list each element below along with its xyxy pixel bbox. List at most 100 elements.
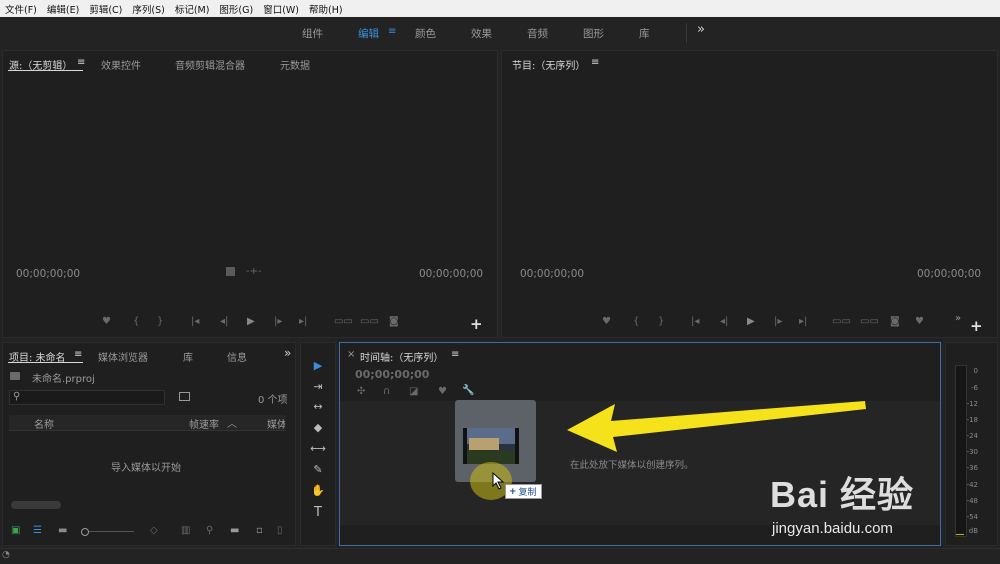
automate-icon[interactable]: ▥	[181, 525, 190, 536]
menu-clip[interactable]: 剪辑(C)	[84, 2, 127, 16]
hand-tool-icon[interactable]: ✋	[309, 483, 327, 499]
slip-tool-icon[interactable]: ⟷	[309, 441, 327, 457]
column-media[interactable]: 媒体	[267, 416, 285, 431]
play-icon[interactable]: ▶	[247, 316, 255, 327]
tab-libraries[interactable]: 库	[183, 349, 193, 364]
compare-icon[interactable]: ♥	[915, 316, 924, 327]
play-icon[interactable]: ▶	[747, 316, 755, 327]
settings-wrench-icon[interactable]: 🔧	[462, 385, 474, 396]
plus-icon: +	[509, 486, 517, 497]
add-marker-icon[interactable]: ♥	[438, 386, 447, 397]
pen-tool-icon[interactable]: ✎	[309, 462, 327, 478]
menu-sequence[interactable]: 序列(S)	[127, 2, 169, 16]
tab-info[interactable]: 信息	[227, 349, 247, 364]
tab-timeline-menu-icon[interactable]: ≡	[451, 349, 459, 360]
lift-icon[interactable]: ▭▭	[832, 316, 851, 327]
ripple-edit-tool-icon[interactable]: ↔	[309, 399, 327, 415]
overwrite-icon[interactable]: ▭▭	[360, 316, 379, 327]
menu-graphics[interactable]: 图形(G)	[214, 2, 258, 16]
list-view-icon[interactable]: ☰	[33, 525, 42, 536]
horizontal-scrollbar[interactable]	[11, 501, 61, 509]
lock-icon[interactable]: ▣	[11, 525, 20, 536]
tab-program-menu-icon[interactable]: ≡	[591, 57, 599, 68]
sort-icon[interactable]: ◇	[150, 525, 158, 536]
snap-icon[interactable]: ∩	[383, 386, 390, 397]
baidu-watermark: Bai 经验 jingyan.baidu.com	[770, 458, 995, 540]
go-to-in-icon[interactable]: |◂	[691, 316, 699, 327]
find-icon[interactable]: ⚲	[206, 525, 213, 536]
source-timecode-in[interactable]: 00;00;00;00	[16, 268, 80, 280]
marker-icon[interactable]: ♥	[102, 316, 111, 327]
marker-icon[interactable]: ♥	[602, 316, 611, 327]
program-timecode-in[interactable]: 00;00;00;00	[520, 268, 584, 280]
step-back-icon[interactable]: ◂|	[220, 316, 228, 327]
workspace-color[interactable]: 颜色	[415, 26, 436, 41]
project-more-icon[interactable]: »	[284, 346, 291, 360]
add-button-icon[interactable]: +	[970, 317, 983, 335]
tab-media-browser[interactable]: 媒体浏览器	[98, 349, 148, 364]
workspace-more-icon[interactable]: »	[697, 22, 705, 37]
mark-out-icon[interactable]: }	[157, 316, 163, 327]
go-to-out-icon[interactable]: ▸|	[799, 316, 807, 327]
sort-ascending-icon[interactable]: ︿	[227, 415, 237, 430]
workspace-assembly[interactable]: 组件	[302, 26, 323, 41]
tab-metadata[interactable]: 元数据	[280, 57, 310, 72]
new-search-bin-icon[interactable]	[179, 392, 190, 401]
export-frame-icon[interactable]: ◙	[890, 316, 900, 327]
program-transport: ♥ { } |◂ ◂| ▶ |▸ ▸| ▭▭ ▭▭ ◙ ♥	[602, 316, 942, 330]
tab-source-menu-icon[interactable]: ≡	[77, 57, 85, 68]
search-input[interactable]: ⚲	[9, 390, 165, 405]
nest-icon[interactable]: ✣	[357, 386, 365, 397]
new-item-icon[interactable]: ▫	[256, 525, 263, 536]
more-controls-icon[interactable]: »	[955, 313, 961, 324]
column-name[interactable]: 名称	[34, 416, 54, 431]
workspace-audio[interactable]: 音频	[527, 26, 548, 41]
track-select-tool-icon[interactable]: ⇥	[309, 379, 327, 395]
step-forward-icon[interactable]: |▸	[274, 316, 282, 327]
go-to-out-icon[interactable]: ▸|	[299, 316, 307, 327]
timeline-close-icon[interactable]: ×	[347, 349, 355, 360]
column-frame-rate[interactable]: 帧速率	[189, 416, 219, 431]
extract-icon[interactable]: ▭▭	[860, 316, 879, 327]
insert-icon[interactable]: ▭▭	[334, 316, 353, 327]
tab-project-menu-icon[interactable]: ≡	[74, 349, 82, 360]
workspace-menu-icon[interactable]: ≡	[388, 26, 396, 37]
menu-help[interactable]: 帮助(H)	[304, 2, 348, 16]
menu-file[interactable]: 文件(F)	[0, 2, 42, 16]
mark-in-icon[interactable]: {	[133, 316, 139, 327]
mark-out-icon[interactable]: }	[658, 316, 664, 327]
new-bin-icon[interactable]: ▬	[230, 525, 239, 536]
source-monitor: 源:（无剪辑） ≡ 效果控件 音频剪辑混合器 元数据 00;00;00;00 -…	[2, 50, 498, 338]
mark-in-icon[interactable]: {	[633, 316, 639, 327]
step-forward-icon[interactable]: |▸	[774, 316, 782, 327]
tab-effect-controls[interactable]: 效果控件	[101, 57, 141, 72]
tab-timeline[interactable]: 时间轴:（无序列）	[360, 349, 443, 364]
watermark-logo: Bai 经验	[770, 474, 915, 515]
workspace-editing[interactable]: 编辑	[358, 26, 379, 41]
workspace-graphics[interactable]: 图形	[583, 26, 604, 41]
zoom-slider-handle[interactable]	[81, 528, 89, 536]
go-to-in-icon[interactable]: |◂	[191, 316, 199, 327]
menu-edit[interactable]: 编辑(E)	[42, 2, 84, 16]
icon-view-icon[interactable]: ▬	[58, 525, 67, 536]
timeline-timecode[interactable]: 00;00;00;00	[355, 368, 429, 381]
type-tool-icon[interactable]: T	[309, 505, 327, 521]
step-back-icon[interactable]: ◂|	[720, 316, 728, 327]
tab-program[interactable]: 节目:（无序列）	[512, 57, 585, 72]
menu-marker[interactable]: 标记(M)	[170, 2, 215, 16]
razor-tool-icon[interactable]: ◆	[309, 420, 327, 436]
export-frame-icon[interactable]: ◙	[389, 316, 399, 327]
drop-hint: 在此处放下媒体以创建序列。	[570, 460, 694, 471]
mouse-pointer-icon	[492, 472, 505, 490]
workspace-effects[interactable]: 效果	[471, 26, 492, 41]
tab-underline	[8, 362, 83, 363]
add-button-icon[interactable]: +	[470, 315, 483, 333]
zoom-fit-icon[interactable]	[226, 267, 235, 276]
clear-icon[interactable]: ▯	[277, 525, 283, 536]
linked-selection-icon[interactable]: ◪	[409, 386, 418, 397]
tab-audio-clip-mixer[interactable]: 音频剪辑混合器	[175, 57, 245, 72]
zoom-slider-track[interactable]	[89, 531, 134, 532]
menu-window[interactable]: 窗口(W)	[258, 2, 304, 16]
workspace-libraries[interactable]: 库	[639, 26, 650, 41]
selection-tool-icon[interactable]: ▶	[309, 358, 327, 374]
